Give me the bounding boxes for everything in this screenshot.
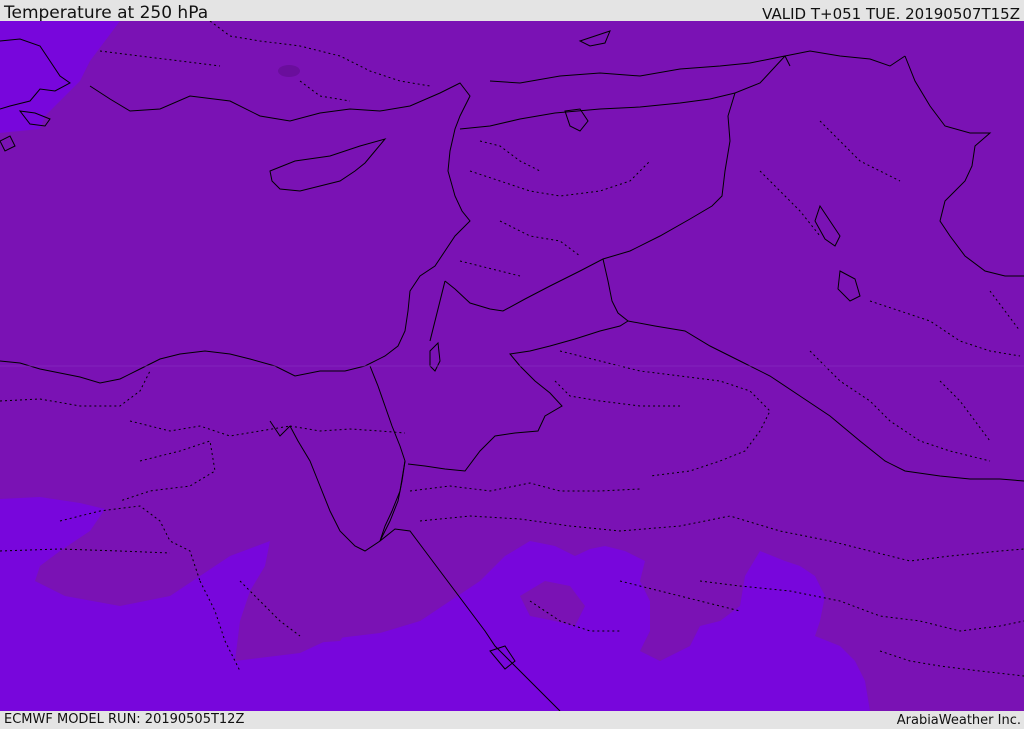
cold-spot <box>278 65 300 77</box>
header-bar: Temperature at 250 hPa VALID T+051 TUE. … <box>0 0 1024 23</box>
footer-bar: ECMWF MODEL RUN: 20190505T12Z ArabiaWeat… <box>0 711 1024 729</box>
weather-map[interactable] <box>0 21 1024 711</box>
map-title: Temperature at 250 hPa <box>4 3 209 23</box>
model-run-label: ECMWF MODEL RUN: 20190505T12Z <box>4 712 245 727</box>
credit-label: ArabiaWeather Inc. <box>896 713 1021 728</box>
map-canvas <box>0 21 1024 711</box>
